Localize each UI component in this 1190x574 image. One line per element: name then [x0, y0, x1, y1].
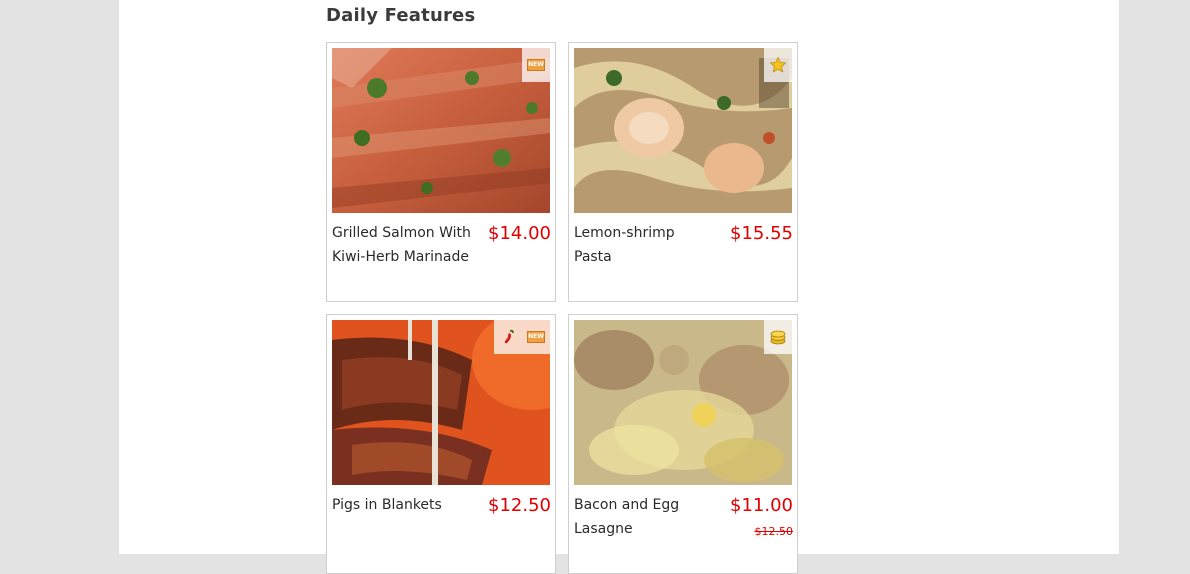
item-price: $11.00: [730, 495, 793, 516]
chili-pepper-icon: [494, 320, 522, 354]
item-name[interactable]: Lemon-shrimp Pasta: [574, 221, 714, 269]
food-image-pigs-in-blankets[interactable]: NEW: [332, 320, 550, 485]
item-name[interactable]: Pigs in Blankets: [332, 493, 472, 517]
item-old-price: $12.50: [754, 525, 794, 538]
section-title: Daily Features: [326, 5, 476, 26]
badge-group: NEW: [494, 320, 550, 354]
star-icon: [764, 48, 792, 82]
badge-group: [764, 48, 792, 82]
menu-item-card[interactable]: NEW Grilled Salmon With Kiwi-Herb Marina…: [326, 42, 556, 302]
menu-item-card[interactable]: Bacon and Egg Lasagne $11.00 $12.50: [568, 314, 798, 574]
badge-group: NEW: [522, 48, 550, 82]
new-icon: NEW: [522, 48, 550, 82]
menu-item-card[interactable]: NEW Pigs in Blankets $12.50: [326, 314, 556, 574]
coins-icon: [764, 320, 792, 354]
badge-group: [764, 320, 792, 354]
new-icon: NEW: [522, 320, 550, 354]
item-price: $14.00: [488, 223, 551, 244]
item-price: $12.50: [488, 495, 551, 516]
item-price: $15.55: [730, 223, 793, 244]
food-image-salmon[interactable]: NEW: [332, 48, 550, 213]
item-name[interactable]: Bacon and Egg Lasagne: [574, 493, 739, 541]
food-image-pasta[interactable]: [574, 48, 792, 213]
food-image-lasagne[interactable]: [574, 320, 792, 485]
menu-item-card[interactable]: Lemon-shrimp Pasta $15.55: [568, 42, 798, 302]
item-name[interactable]: Grilled Salmon With Kiwi-Herb Marinade: [332, 221, 472, 269]
